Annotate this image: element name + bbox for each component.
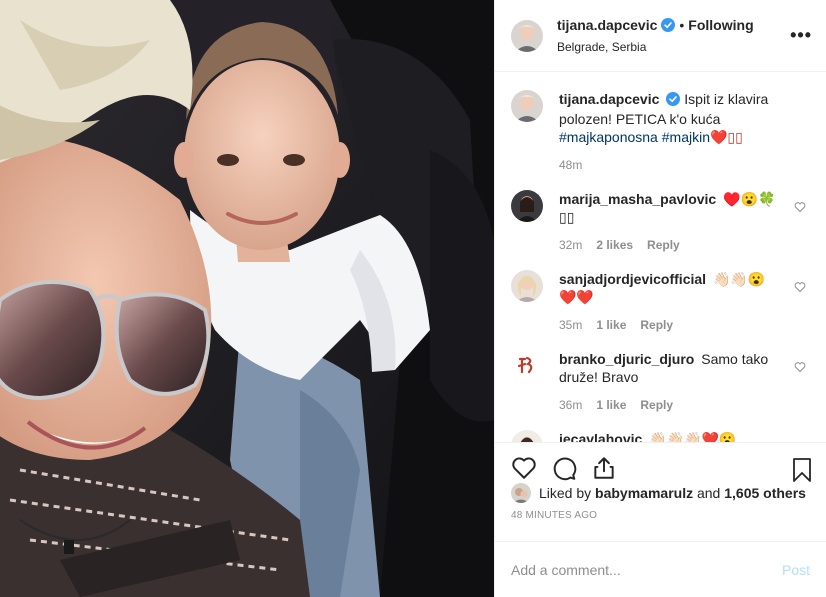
comment-likes[interactable]: 1 like — [596, 318, 626, 332]
bookmark-icon[interactable] — [790, 457, 814, 486]
commenter-avatar[interactable] — [511, 190, 543, 222]
reply-button[interactable]: Reply — [640, 318, 673, 332]
selfie-image — [0, 0, 494, 597]
verified-badge-icon — [661, 17, 676, 36]
hashtag-link[interactable]: #majkin — [662, 129, 710, 145]
share-icon[interactable] — [591, 455, 617, 510]
commenter-username[interactable]: sanjadjordjevicofficial — [559, 271, 706, 287]
author-avatar[interactable] — [511, 19, 543, 52]
post-header: tijana.dapcevic • Following Belgrade, Serb… — [495, 0, 826, 72]
comment-text: 👋🏻👋🏻👋🏻❤️😮 — [649, 431, 737, 442]
comment-time[interactable]: 35m — [559, 318, 582, 332]
caption-meta: 48m — [559, 158, 779, 172]
caption: tijana.dapcevic Ispit iz klavira polozen… — [511, 90, 810, 172]
following-button[interactable]: Following — [688, 17, 753, 33]
comment-item: marija_masha_pavlovic ♥️😮🍀▯▯ 32m 2 likes R… — [511, 190, 810, 252]
separator-dot: • — [679, 16, 685, 33]
commenter-avatar[interactable] — [511, 270, 543, 302]
hashtag-link[interactable]: #majkaponosna — [559, 129, 658, 145]
instagram-post-modal: tijana.dapcevic • Following Belgrade, Serb… — [0, 0, 826, 597]
comment-time[interactable]: 32m — [559, 238, 582, 252]
post-location[interactable]: Belgrade, Serbia — [557, 38, 754, 56]
commenter-username[interactable]: marija_masha_pavlovic — [559, 191, 716, 207]
commenter-avatar[interactable] — [511, 430, 543, 442]
like-comment-heart-icon[interactable] — [794, 200, 806, 216]
add-comment-bar: Post — [495, 541, 826, 597]
caption-emoji: ❤️▯▯ — [710, 129, 743, 145]
caption-author-avatar[interactable] — [511, 90, 543, 122]
more-options-icon[interactable]: ••• — [790, 26, 812, 44]
comment-item: branko_djuric_djuro Samo tako druže! Bra… — [511, 350, 810, 412]
commenter-username[interactable]: branko_djuric_djuro — [559, 351, 694, 367]
comment-likes[interactable]: 1 like — [596, 398, 626, 412]
post-details-panel: tijana.dapcevic • Following Belgrade, Serb… — [494, 0, 826, 597]
like-comment-heart-icon[interactable] — [794, 360, 806, 376]
action-bar — [495, 442, 826, 510]
verified-badge-icon — [666, 92, 681, 110]
caption-time[interactable]: 48m — [559, 158, 582, 172]
comment-item: jecavlahovic 👋🏻👋🏻👋🏻❤️😮 — [511, 430, 810, 442]
commenter-username[interactable]: jecavlahovic — [559, 431, 642, 442]
post-comment-button[interactable]: Post — [782, 562, 810, 578]
author-username[interactable]: tijana.dapcevic — [557, 17, 657, 33]
reply-button[interactable]: Reply — [647, 238, 680, 252]
comment-input[interactable] — [511, 561, 774, 578]
comment-item: sanjadjordjevicofficial 👋🏻👋🏻😮❤️❤️ 35m 1 l… — [511, 270, 810, 332]
comment-time[interactable]: 36m — [559, 398, 582, 412]
caption-username[interactable]: tijana.dapcevic — [559, 91, 659, 107]
like-comment-heart-icon[interactable] — [794, 280, 806, 296]
reply-button[interactable]: Reply — [640, 398, 673, 412]
post-photo[interactable] — [0, 0, 494, 597]
comment-likes[interactable]: 2 likes — [596, 238, 633, 252]
comment-icon[interactable] — [551, 455, 577, 510]
comments-list[interactable]: tijana.dapcevic Ispit iz klavira polozen… — [495, 72, 826, 442]
commenter-avatar[interactable] — [511, 350, 543, 382]
post-timestamp[interactable]: 48 MINUTES AGO — [495, 510, 826, 521]
like-heart-icon[interactable] — [511, 455, 537, 510]
